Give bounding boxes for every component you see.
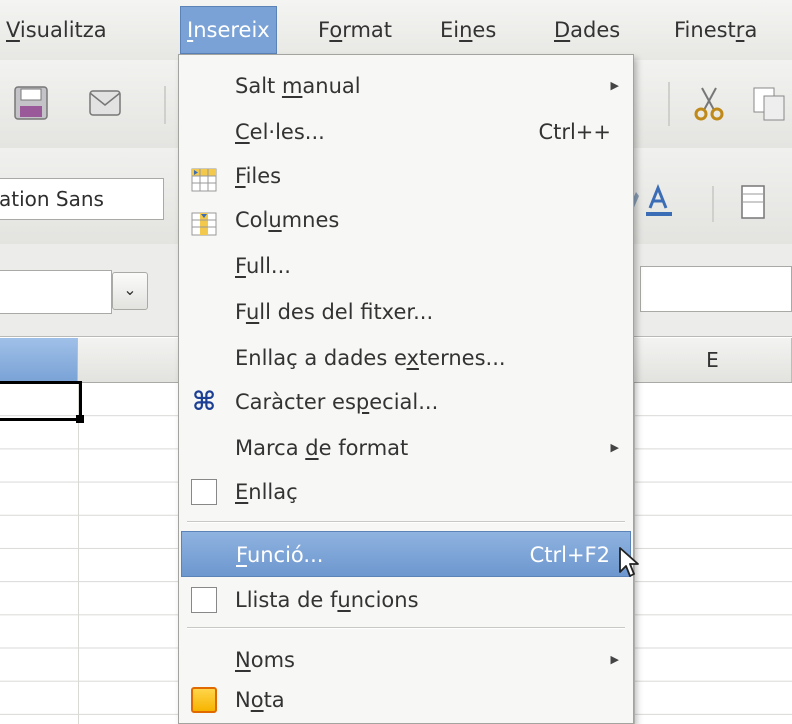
copy-button[interactable] — [748, 80, 792, 126]
email-button[interactable] — [82, 80, 128, 126]
save-icon — [14, 86, 48, 120]
menu-item-shortcut: Ctrl+F2 — [529, 543, 610, 567]
menu-item-label: Cel·les... — [235, 120, 325, 144]
toolbar-separator — [668, 82, 670, 126]
border-icon — [741, 185, 765, 219]
toolbar-separator — [164, 86, 166, 124]
menu-item-label: Llista de funcions — [235, 588, 419, 612]
menu-item-enllac-dades-externes[interactable]: Enllaç a dades externes... — [181, 335, 631, 381]
selected-cell[interactable] — [0, 381, 82, 421]
menu-item-full-des-del-fitxer[interactable]: Full des del fitxer... — [181, 289, 631, 335]
menu-separator — [187, 521, 625, 523]
menu-label: Visualitza — [6, 18, 107, 42]
menu-item-caracter-especial[interactable]: ⌘ Caràcter especial... — [181, 379, 631, 425]
menu-item-label: Caràcter especial... — [235, 390, 439, 414]
submenu-arrow-icon: ▶ — [610, 441, 619, 454]
menu-item-salt-manual[interactable]: Salt manual ▶ — [181, 63, 631, 109]
menu-label: Finestra — [674, 18, 758, 42]
checkbox-icon — [191, 479, 217, 505]
note-icon — [191, 687, 217, 713]
menu-insereix[interactable]: Insereix — [180, 6, 277, 54]
menu-item-nota[interactable]: Nota — [181, 677, 631, 723]
cut-button[interactable] — [686, 80, 732, 126]
special-char-icon: ⌘ — [191, 387, 217, 417]
font-color-icon — [646, 183, 672, 216]
menu-item-llista-de-funcions[interactable]: Llista de funcions — [181, 577, 631, 623]
menu-label: Format — [318, 18, 393, 42]
submenu-arrow-icon: ▶ — [610, 79, 619, 92]
column-header-a[interactable] — [0, 338, 78, 382]
insert-menu: Salt manual ▶ Cel·les... Ctrl++ Files Co… — [178, 54, 634, 724]
menu-item-label: Full des del fitxer... — [235, 300, 434, 324]
menu-dades[interactable]: Dades — [548, 10, 626, 50]
copy-icon — [753, 87, 785, 121]
menu-visualitza[interactable]: Visualitza — [0, 10, 113, 50]
menu-item-label: Funció... — [236, 543, 324, 567]
column-header-label: E — [706, 348, 719, 372]
email-icon — [89, 90, 121, 116]
font-name-value: ation Sans — [0, 187, 104, 211]
menu-item-columnes[interactable]: Columnes — [181, 197, 631, 243]
menu-item-marca-de-format[interactable]: Marca de format ▶ — [181, 425, 631, 471]
mouse-pointer-icon — [619, 547, 639, 577]
menu-item-label: Salt manual — [235, 74, 361, 98]
toolbar-separator — [712, 186, 714, 222]
fill-handle[interactable] — [76, 415, 84, 423]
save-button[interactable] — [8, 80, 54, 126]
menu-item-label: Full... — [235, 254, 291, 278]
menu-bar: Visualitza Insereix Format Eines Dades F… — [0, 0, 792, 61]
menu-format[interactable]: Format — [312, 10, 398, 50]
menu-item-enllac[interactable]: Enllaç — [181, 469, 631, 515]
menu-item-label: Marca de format — [235, 436, 409, 460]
menu-label: Dades — [554, 18, 621, 42]
menu-label: Eines — [440, 18, 497, 42]
menu-item-cel-les[interactable]: Cel·les... Ctrl++ — [181, 109, 631, 155]
rows-icon — [191, 163, 217, 192]
menu-item-label: Nota — [235, 688, 285, 712]
menu-item-shortcut: Ctrl++ — [538, 120, 611, 144]
border-button[interactable] — [734, 178, 780, 224]
menu-item-funcio[interactable]: Funció... Ctrl+F2 — [181, 531, 631, 577]
name-box[interactable] — [0, 270, 112, 314]
menu-item-files[interactable]: Files — [181, 153, 631, 199]
font-name-combo[interactable]: ation Sans — [0, 178, 164, 220]
menu-separator — [187, 627, 625, 629]
menu-item-label: Columnes — [235, 208, 340, 232]
menu-label: Insereix — [187, 18, 270, 42]
menu-finestra[interactable]: Finestra — [668, 10, 763, 50]
menu-item-label: Enllaç — [235, 480, 298, 504]
columns-icon — [191, 207, 217, 236]
scissors-icon — [694, 87, 724, 121]
formula-input[interactable] — [640, 266, 792, 312]
menu-item-label: Enllaç a dades externes... — [235, 346, 506, 370]
menu-item-label: Files — [235, 164, 282, 188]
checkbox-icon — [191, 587, 217, 613]
grid-column-line — [78, 383, 79, 724]
font-color-button[interactable] — [636, 178, 682, 224]
column-header-e[interactable]: E — [634, 338, 792, 382]
chevron-down-icon: ⌄ — [123, 280, 137, 299]
menu-item-full[interactable]: Full... — [181, 243, 631, 289]
menu-eines[interactable]: Eines — [434, 10, 502, 50]
name-box-dropdown[interactable]: ⌄ — [112, 272, 148, 310]
